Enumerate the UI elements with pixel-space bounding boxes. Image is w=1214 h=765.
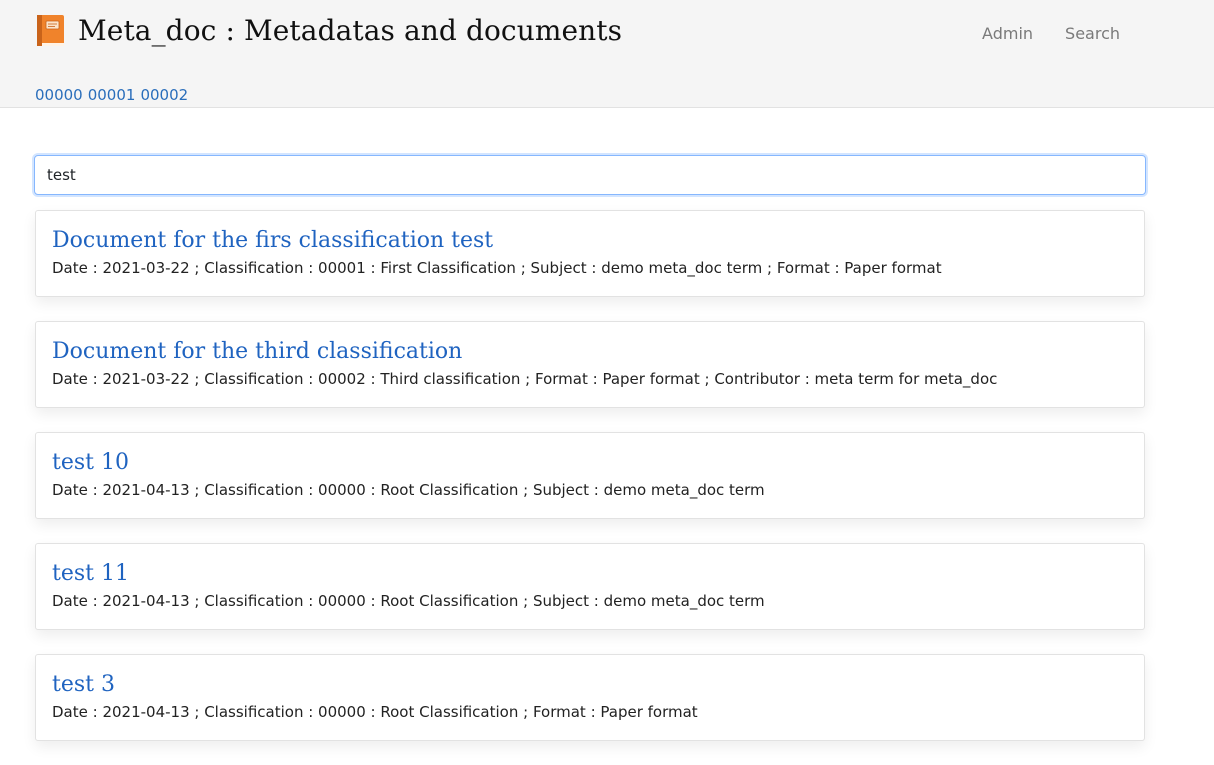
result-title-link[interactable]: Document for the firs classification tes… [52, 225, 1128, 257]
result-meta: Date : 2021-03-22 ; Classification : 000… [52, 370, 998, 388]
breadcrumb-link-00000[interactable]: 00000 [35, 86, 83, 104]
result-card: test 3 Date : 2021-04-13 ; Classificatio… [35, 654, 1145, 741]
result-title-link[interactable]: Document for the third classification [52, 336, 1128, 368]
result-card: test 10 Date : 2021-04-13 ; Classificati… [35, 432, 1145, 519]
nav-search-link[interactable]: Search [1065, 24, 1120, 43]
result-meta: Date : 2021-04-13 ; Classification : 000… [52, 703, 698, 721]
results-list: Document for the firs classification tes… [35, 210, 1145, 765]
result-title-link[interactable]: test 10 [52, 447, 1128, 479]
result-card: test 11 Date : 2021-04-13 ; Classificati… [35, 543, 1145, 630]
breadcrumb-link-00002[interactable]: 00002 [140, 86, 188, 104]
result-title-link[interactable]: test 11 [52, 558, 1128, 590]
site-title[interactable]: Meta_doc : Metadatas and documents [78, 14, 622, 47]
result-meta: Date : 2021-04-13 ; Classification : 000… [52, 592, 765, 610]
search-input[interactable] [34, 155, 1146, 195]
book-icon [36, 14, 66, 47]
top-nav: Admin Search [982, 24, 1120, 43]
result-card: Document for the third classification Da… [35, 321, 1145, 408]
result-card: Document for the firs classification tes… [35, 210, 1145, 297]
result-title-link[interactable]: test 3 [52, 669, 1128, 701]
result-meta: Date : 2021-04-13 ; Classification : 000… [52, 481, 765, 499]
site-header: Meta_doc : Metadatas and documents Admin… [0, 0, 1214, 108]
nav-admin-link[interactable]: Admin [982, 24, 1033, 43]
result-meta: Date : 2021-03-22 ; Classification : 000… [52, 259, 942, 277]
brand: Meta_doc : Metadatas and documents [36, 14, 622, 47]
search-bar [34, 155, 1146, 195]
breadcrumb-link-00001[interactable]: 00001 [88, 86, 136, 104]
classification-breadcrumb: 00000 00001 00002 [35, 86, 188, 104]
